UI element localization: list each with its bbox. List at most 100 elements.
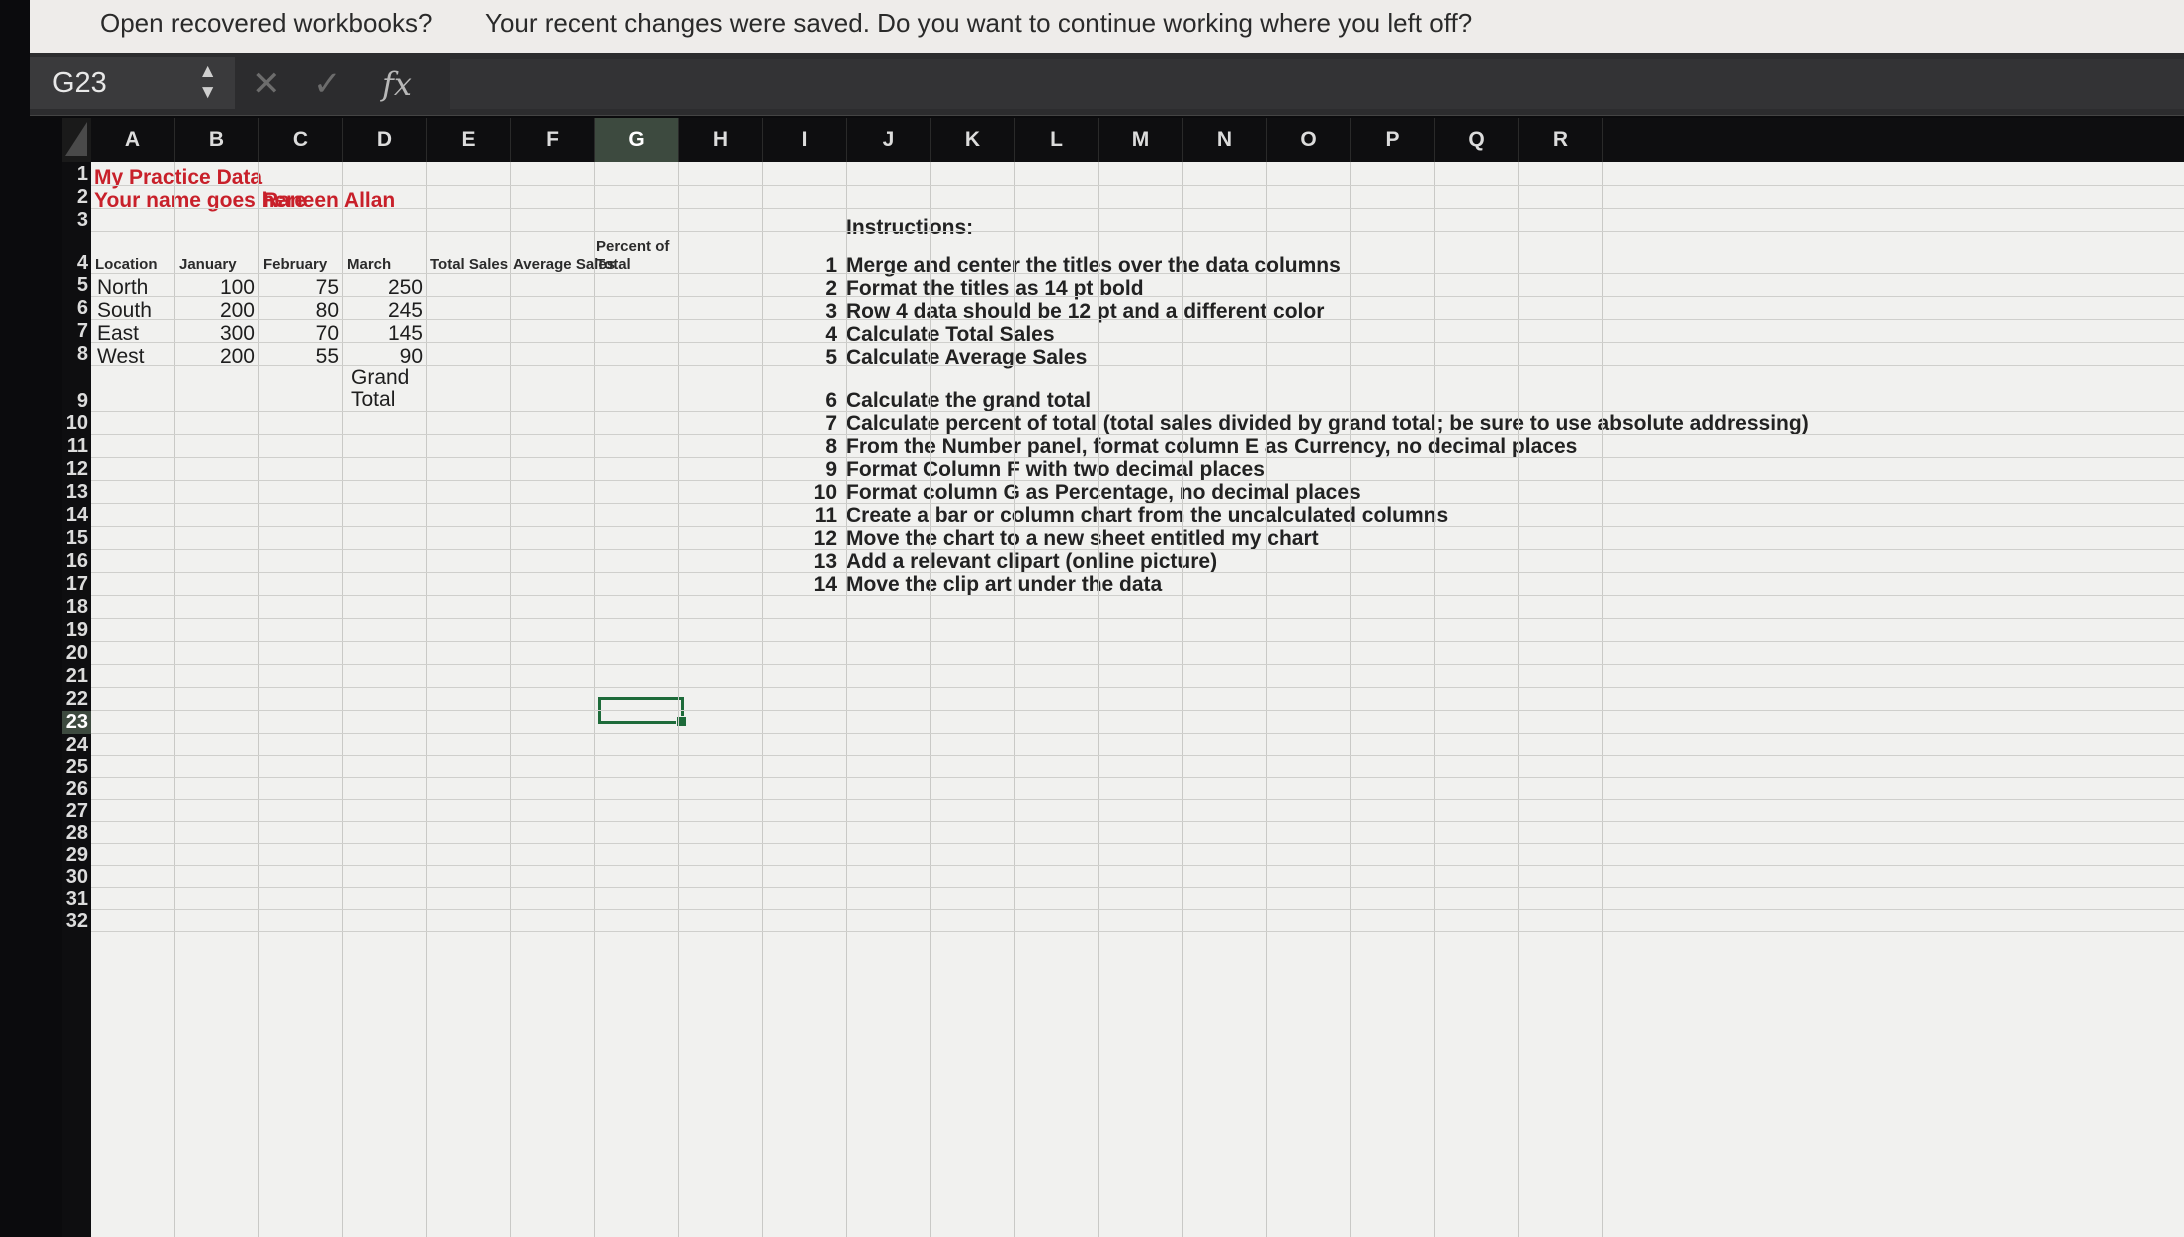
column-header-n[interactable]: N: [1183, 118, 1267, 162]
row-header-32[interactable]: 32: [62, 910, 91, 932]
gridline-vertical: [510, 162, 511, 1237]
instruction-number[interactable]: 7: [797, 412, 837, 436]
instruction-number[interactable]: 14: [797, 573, 837, 597]
instruction-number[interactable]: 6: [797, 389, 837, 413]
row-header-10[interactable]: 10: [62, 412, 91, 435]
gridline-horizontal: [91, 434, 2184, 435]
instruction-text[interactable]: Add a relevant clipart (online picture): [846, 550, 1217, 574]
instruction-text[interactable]: Calculate Average Sales: [846, 346, 1087, 370]
row-header-25[interactable]: 25: [62, 756, 91, 778]
column-header-g[interactable]: G: [595, 118, 679, 162]
row-header-6[interactable]: 6: [62, 297, 91, 320]
row-header-28[interactable]: 28: [62, 822, 91, 844]
column-header-k[interactable]: K: [931, 118, 1015, 162]
close-icon[interactable]: ✕: [252, 59, 281, 109]
column-header-o[interactable]: O: [1267, 118, 1351, 162]
column-header-i[interactable]: I: [763, 118, 847, 162]
recovery-banner[interactable]: Open recovered workbooks? Your recent ch…: [30, 0, 2184, 53]
instruction-number[interactable]: 12: [797, 527, 837, 551]
header-march[interactable]: March: [347, 256, 391, 273]
instruction-text[interactable]: Create a bar or column chart from the un…: [846, 504, 1448, 528]
row-header-2[interactable]: 2: [62, 186, 91, 209]
instruction-number[interactable]: 10: [797, 481, 837, 505]
row-header-12[interactable]: 12: [62, 458, 91, 481]
instruction-number[interactable]: 4: [797, 323, 837, 347]
instruction-number[interactable]: 3: [797, 300, 837, 324]
row-header-26[interactable]: 26: [62, 778, 91, 800]
row-header-8[interactable]: 8: [62, 343, 91, 366]
instruction-number[interactable]: 9: [797, 458, 837, 482]
gridline-vertical: [1434, 162, 1435, 1237]
name-value[interactable]: Raneen Allan: [263, 189, 395, 213]
instruction-text[interactable]: Format Column F with two decimal places: [846, 458, 1265, 482]
instruction-number[interactable]: 8: [797, 435, 837, 459]
cell-area[interactable]: My Practice Data Your name goes here Ran…: [91, 162, 2184, 1237]
row-header-15[interactable]: 15: [62, 527, 91, 550]
formula-input[interactable]: [450, 59, 2184, 109]
row-header-29[interactable]: 29: [62, 844, 91, 866]
instruction-text[interactable]: Move the chart to a new sheet entitled m…: [846, 527, 1319, 551]
instruction-text[interactable]: Calculate the grand total: [846, 389, 1091, 413]
instruction-text[interactable]: Calculate Total Sales: [846, 323, 1055, 347]
row-header-5[interactable]: 5: [62, 274, 91, 297]
instruction-number[interactable]: 13: [797, 550, 837, 574]
instruction-text[interactable]: Format column G as Percentage, no decima…: [846, 481, 1361, 505]
row-header-11[interactable]: 11: [62, 435, 91, 458]
row-header-21[interactable]: 21: [62, 665, 91, 688]
row-header-16[interactable]: 16: [62, 550, 91, 573]
row-header-31[interactable]: 31: [62, 888, 91, 910]
row-header-18[interactable]: 18: [62, 596, 91, 619]
row-header-27[interactable]: 27: [62, 800, 91, 822]
row-header-7[interactable]: 7: [62, 320, 91, 343]
header-percent-line2[interactable]: Total: [596, 256, 631, 273]
column-header-m[interactable]: M: [1099, 118, 1183, 162]
instruction-number[interactable]: 5: [797, 346, 837, 370]
row-header-19[interactable]: 19: [62, 619, 91, 642]
row-header-13[interactable]: 13: [62, 481, 91, 504]
instruction-number[interactable]: 2: [797, 277, 837, 301]
name-box[interactable]: G23 ▲ ▼: [30, 57, 235, 109]
header-january[interactable]: January: [179, 256, 237, 273]
row-header-23[interactable]: 23: [62, 711, 91, 734]
instructions-heading[interactable]: Instructions:: [846, 216, 973, 240]
select-all-button[interactable]: [62, 118, 91, 162]
instruction-text[interactable]: Row 4 data should be 12 pt and a differe…: [846, 300, 1324, 324]
grand-total-label-line2[interactable]: Total: [351, 388, 395, 412]
header-location[interactable]: Location: [95, 256, 158, 273]
instruction-text[interactable]: From the Number panel, format column E a…: [846, 435, 1577, 459]
instruction-number[interactable]: 11: [797, 504, 837, 528]
column-header-b[interactable]: B: [175, 118, 259, 162]
column-header-r[interactable]: R: [1519, 118, 1603, 162]
row-header-14[interactable]: 14: [62, 504, 91, 527]
column-header-p[interactable]: P: [1351, 118, 1435, 162]
row-header-20[interactable]: 20: [62, 642, 91, 665]
instruction-text[interactable]: Calculate percent of total (total sales …: [846, 412, 1809, 436]
header-february[interactable]: February: [263, 256, 327, 273]
column-header-f[interactable]: F: [511, 118, 595, 162]
row-header-3[interactable]: 3: [62, 209, 91, 232]
header-total-sales[interactable]: Total Sales: [430, 256, 508, 273]
column-header-j[interactable]: J: [847, 118, 931, 162]
name-box-stepper-icon[interactable]: ▲ ▼: [198, 61, 217, 103]
row-header-9[interactable]: 9: [62, 366, 91, 412]
header-percent-line1[interactable]: Percent of: [596, 238, 669, 255]
instruction-number[interactable]: 1: [797, 254, 837, 278]
instruction-text[interactable]: Move the clip art under the data: [846, 573, 1162, 597]
column-header-d[interactable]: D: [343, 118, 427, 162]
column-header-l[interactable]: L: [1015, 118, 1099, 162]
column-header-c[interactable]: C: [259, 118, 343, 162]
row-header-1[interactable]: 1: [62, 162, 91, 186]
column-header-e[interactable]: E: [427, 118, 511, 162]
row-header-24[interactable]: 24: [62, 734, 91, 756]
column-header-h[interactable]: H: [679, 118, 763, 162]
column-header-q[interactable]: Q: [1435, 118, 1519, 162]
row-header-17[interactable]: 17: [62, 573, 91, 596]
sheet-title[interactable]: My Practice Data: [94, 166, 262, 190]
grand-total-label-line1[interactable]: Grand: [351, 366, 409, 390]
row-header-4[interactable]: 4: [62, 232, 91, 274]
fx-icon[interactable]: fx: [382, 59, 412, 109]
row-header-22[interactable]: 22: [62, 688, 91, 711]
row-header-30[interactable]: 30: [62, 866, 91, 888]
check-icon[interactable]: ✓: [313, 59, 342, 109]
column-header-a[interactable]: A: [91, 118, 175, 162]
